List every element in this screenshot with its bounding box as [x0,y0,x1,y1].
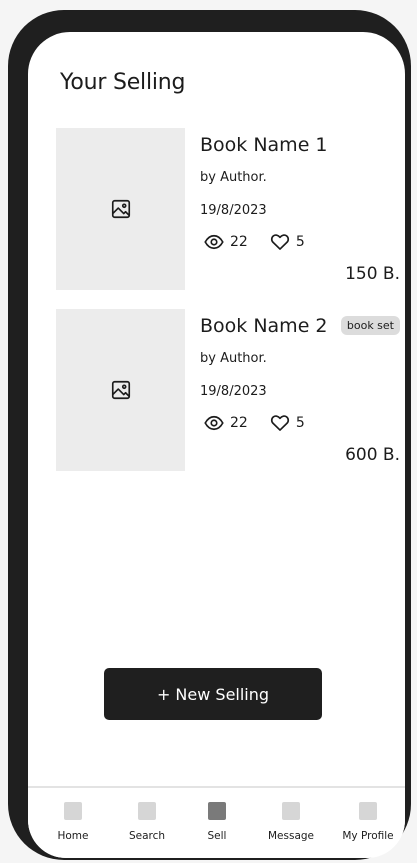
likes-count: 5 [295,415,305,431]
book-set-badge: book set [340,316,400,335]
tab-label: My Profile [342,830,394,842]
search-tab-icon [138,802,156,820]
profile-tab-icon [359,802,377,820]
heart-icon [270,415,289,431]
tab-label: Message [267,830,315,842]
book-author: by Author. [200,170,267,185]
tab-label: Search [128,830,166,842]
listing-price: 150 B. [345,264,400,284]
tab-home[interactable]: Home [36,802,110,854]
views-stat: 22 [204,413,248,433]
home-tab-icon [64,802,82,820]
likes-stat: 5 [270,413,305,433]
bottom-tab-bar: Home Search Sell Message My Profile [28,786,405,858]
eye-icon [204,415,224,431]
views-count: 22 [230,415,248,431]
tab-my-profile[interactable]: My Profile [331,802,405,854]
tab-sell[interactable]: Sell [180,802,254,854]
phone-frame: Your Selling Book Name 1 by Author. 19/8… [8,10,411,860]
listing-price: 600 B. [345,445,400,465]
listing-stats: 22 5 [204,413,305,433]
views-count: 22 [230,234,248,250]
app-screen: Your Selling Book Name 1 by Author. 19/8… [28,32,405,858]
sell-tab-icon [208,802,226,820]
listing-date: 19/8/2023 [200,203,267,218]
message-tab-icon [282,802,300,820]
likes-stat: 5 [270,232,305,252]
eye-icon [204,234,224,250]
page-title: Your Selling [60,70,186,95]
heart-icon [270,234,289,250]
tab-search[interactable]: Search [110,802,184,854]
listing-card[interactable]: Book Name 1 by Author. 19/8/2023 22 5 15… [56,128,402,290]
book-thumbnail [56,128,185,290]
listing-date: 19/8/2023 [200,384,267,399]
tab-message[interactable]: Message [254,802,328,854]
tab-label: Home [57,830,89,842]
listing-stats: 22 5 [204,232,305,252]
views-stat: 22 [204,232,248,252]
new-selling-button[interactable]: + New Selling [104,668,322,720]
tab-label: Sell [207,830,227,842]
book-name: Book Name 2 [200,315,328,337]
book-author: by Author. [200,351,267,366]
listing-card[interactable]: Book Name 2 book set by Author. 19/8/202… [56,309,402,471]
book-name: Book Name 1 [200,134,328,156]
image-placeholder-icon [111,380,130,400]
likes-count: 5 [295,234,305,250]
image-placeholder-icon [111,199,130,219]
book-thumbnail [56,309,185,471]
